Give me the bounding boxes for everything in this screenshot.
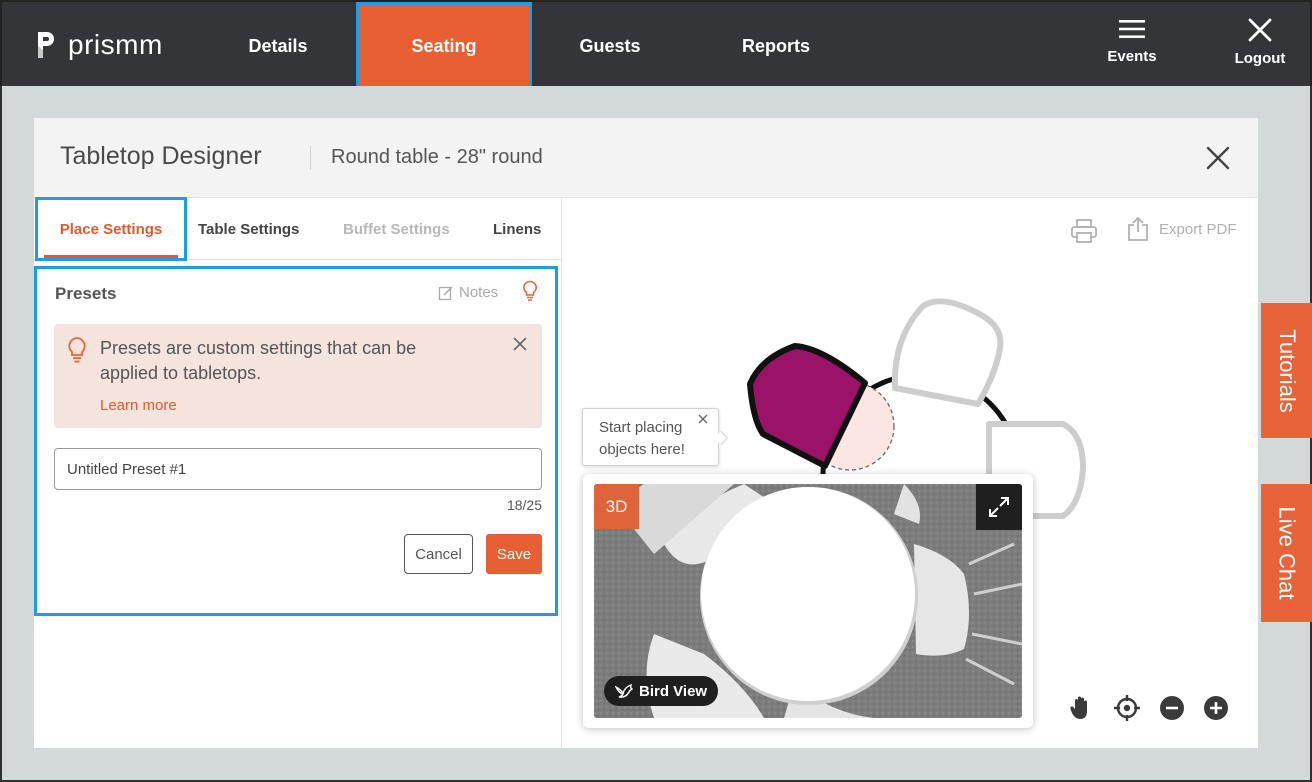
menu-icon	[1119, 20, 1145, 38]
tab-buffet-settings[interactable]: Buffet Settings	[343, 198, 450, 260]
prismm-logo-icon	[38, 32, 54, 58]
header-divider	[310, 146, 311, 170]
tutorials-label: Tutorials	[1274, 328, 1300, 413]
close-icon[interactable]	[512, 336, 528, 352]
bird-view-button[interactable]: Bird View	[604, 676, 719, 706]
3d-preview-image[interactable]: 3D Bird View	[594, 484, 1022, 718]
logo[interactable]: prismm	[36, 30, 163, 60]
cancel-button[interactable]: Cancel	[404, 534, 473, 574]
tabletop-designer-modal: Tabletop Designer Round table - 28" roun…	[34, 118, 1258, 748]
3d-badge[interactable]: 3D	[594, 484, 639, 529]
modal-header: Tabletop Designer Round table - 28" roun…	[34, 118, 1258, 198]
start-placing-tooltip: Start placing objects here!	[582, 408, 729, 466]
info-text: Presets are custom settings that can be …	[100, 338, 417, 383]
top-nav: prismm Details Seating Guests Reports Ev…	[0, 0, 1312, 90]
zoom-out-button[interactable]	[1158, 694, 1186, 722]
nav-details[interactable]: Details	[210, 4, 346, 88]
modal-subtitle: Round table - 28" round	[331, 146, 543, 168]
expand-icon	[989, 497, 1009, 517]
logo-text: prismm	[68, 29, 163, 60]
tab-linens[interactable]: Linens	[493, 198, 541, 260]
hand-icon	[1070, 696, 1087, 719]
lightbulb-icon	[68, 337, 86, 363]
modal-close-icon[interactable]	[1204, 144, 1232, 172]
modal-title: Tabletop Designer	[60, 142, 262, 170]
pan-tool[interactable]	[1067, 694, 1095, 722]
preset-name-input[interactable]	[54, 448, 542, 490]
save-button[interactable]: Save	[486, 534, 542, 574]
bird-icon	[615, 683, 633, 698]
design-canvas[interactable]: Export PDF Start placing objects here! 3…	[563, 198, 1258, 748]
logout-button[interactable]: Logout	[1220, 18, 1300, 67]
close-icon[interactable]	[697, 413, 709, 425]
zoom-in-icon	[1204, 696, 1228, 720]
tutorials-tab[interactable]: Tutorials	[1261, 303, 1312, 438]
notes-button[interactable]: Notes	[438, 284, 498, 301]
tab-label: Place Settings	[59, 220, 163, 238]
close-icon	[1248, 18, 1272, 42]
tooltip-text: Start placing objects here!	[599, 419, 685, 458]
char-count: 18/25	[506, 497, 542, 513]
settings-panel: Place Settings Table Settings Buffet Set…	[34, 197, 562, 748]
live-chat-label: Live Chat	[1274, 506, 1300, 600]
crosshair-icon	[1114, 695, 1140, 721]
notes-label: Notes	[459, 284, 499, 301]
nav-seating[interactable]: Seating	[356, 2, 532, 90]
learn-more-link[interactable]: Learn more	[100, 397, 177, 414]
expand-button[interactable]	[976, 484, 1022, 530]
lightbulb-icon[interactable]	[522, 280, 538, 302]
zoom-in-button[interactable]	[1202, 694, 1230, 722]
settings-tabs: Place Settings Table Settings Buffet Set…	[34, 197, 562, 261]
nav-guests[interactable]: Guests	[542, 4, 678, 88]
presets-section: Presets Notes Presets are custom setting…	[34, 266, 558, 616]
presets-info-banner: Presets are custom settings that can be …	[54, 324, 542, 428]
tab-table-settings[interactable]: Table Settings	[198, 198, 299, 260]
nav-reports[interactable]: Reports	[708, 4, 844, 88]
active-tab-underline	[44, 255, 178, 258]
presets-title: Presets	[55, 284, 117, 303]
events-label: Events	[1107, 48, 1157, 65]
recenter-tool[interactable]	[1113, 694, 1141, 722]
zoom-out-icon	[1160, 696, 1184, 720]
notes-icon	[438, 285, 453, 300]
tab-place-settings[interactable]: Place Settings	[35, 197, 187, 261]
3d-preview-card: 3D Bird View	[583, 474, 1033, 728]
logout-label: Logout	[1234, 50, 1286, 67]
live-chat-tab[interactable]: Live Chat	[1261, 484, 1312, 622]
chair-top-right[interactable]	[891, 298, 1004, 407]
bird-view-label: Bird View	[639, 682, 708, 700]
events-button[interactable]: Events	[1092, 18, 1172, 65]
